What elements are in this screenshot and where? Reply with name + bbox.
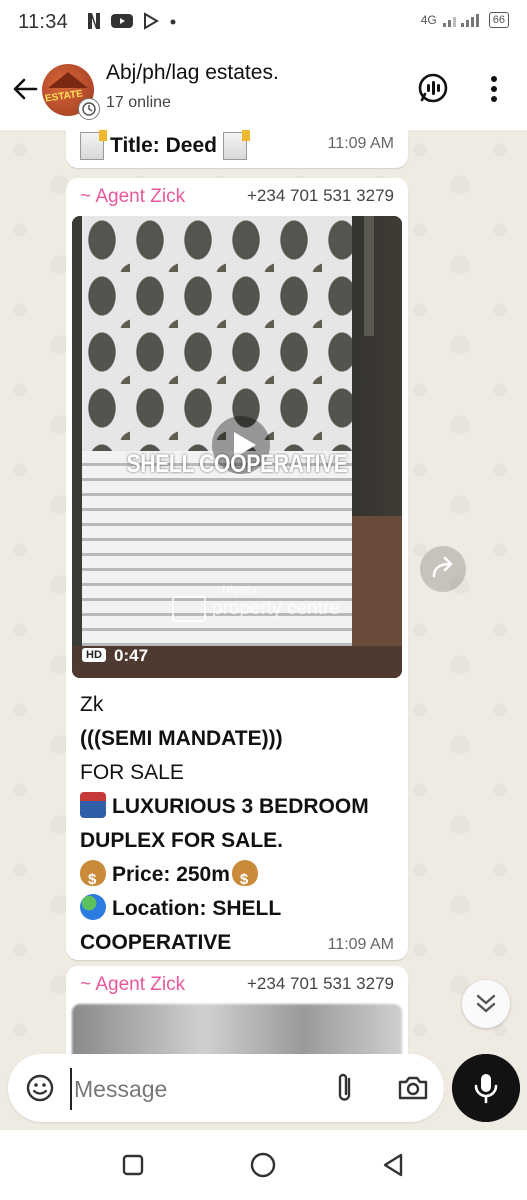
status-timer-icon [78,98,100,120]
status-bar: 11:34 4G 66 [0,0,527,46]
forward-icon[interactable] [420,546,466,592]
globe-emoji-icon [80,894,106,920]
watermark-top: Nigeria [222,584,257,596]
video-pole [364,216,374,336]
battery-level: 66 [488,12,509,28]
group-title[interactable]: Abj/ph/lag estates. [106,61,279,85]
sticker-icon[interactable] [24,1072,56,1104]
online-count: 17 online [106,94,171,111]
sender-name[interactable]: ~ Agent Zick [80,186,185,208]
media-thumbnail[interactable] [72,1004,402,1054]
message-bubble[interactable]: ~ Agent Zick +234 701 531 3279 SHELL COO… [66,178,408,960]
play-store-icon [144,12,159,30]
sender-name[interactable]: ~ Agent Zick [80,974,185,996]
signal-icon [442,14,479,27]
caption-headline-text: LUXURIOUS 3 BEDROOM DUPLEX FOR SALE. [80,795,369,852]
double-chevron-down-icon[interactable] [462,980,510,1028]
watermark-text: property centre [212,598,340,619]
video-duration: 0:47 [114,646,149,665]
sender-phone[interactable]: +234 701 531 3279 [247,186,394,206]
watermark: property centre [172,596,340,622]
avatar-text: ESTATE [44,88,84,105]
network-type: 4G [420,13,437,27]
sender-phone[interactable]: +234 701 531 3279 [247,974,394,994]
chat-area[interactable]: Title: Deed 11:09 AM ~ Agent Zick +234 7… [0,130,527,1054]
message-bubble-previous[interactable]: Title: Deed 11:09 AM [66,130,408,168]
message-input[interactable] [70,1068,326,1110]
youtube-icon [111,14,133,28]
nav-back-icon[interactable] [376,1148,410,1182]
nav-recents-icon[interactable] [116,1148,150,1182]
money-bag-emoji-icon [231,860,258,897]
caption-headline: LUXURIOUS 3 BEDROOM DUPLEX FOR SALE. [80,790,400,858]
message-time: 11:09 AM [327,936,394,953]
panel-cutout-pattern [82,216,352,451]
money-bag-emoji-icon [80,860,106,897]
system-navigation-bar [0,1130,527,1200]
document-emoji-icon [222,130,250,160]
hd-badge: HD [82,648,106,662]
caption-line: (((SEMI MANDATE))) [80,727,283,750]
notification-icons [86,12,178,30]
building-emoji-icon [80,792,106,818]
meta-ai-icon[interactable] [416,72,450,106]
system-status: 4G 66 [421,12,509,28]
attach-icon[interactable] [330,1070,360,1106]
previous-message-label: Title: Deed [110,134,217,157]
caption-price-text: Price: 250m [112,863,230,886]
message-composer [8,1054,444,1122]
netflix-icon [88,13,100,29]
house-roof-shape [48,72,88,88]
message-time: 11:09 AM [327,135,394,152]
caption-price: Price: 250m [80,858,400,897]
document-emoji-icon [80,130,107,160]
status-time: 11:34 [18,11,69,33]
chat-header: ESTATE Abj/ph/lag estates. 17 online [0,46,527,131]
mic-icon[interactable] [452,1054,520,1122]
dot-icon [170,19,176,25]
previous-message-text: Title: Deed [80,130,250,160]
video-thumbnail[interactable]: SHELL COOPERATIVE Nigeria property centr… [72,216,402,678]
message-bubble-next[interactable]: ~ Agent Zick +234 701 531 3279 [66,966,408,1054]
more-vert-icon[interactable] [484,72,504,106]
watermark-logo-icon [172,596,206,622]
nav-home-icon[interactable] [246,1148,280,1182]
caption-line: FOR SALE [80,761,184,784]
caption-location-text: Location: SHELL COOPERATIVE [80,897,281,954]
video-overlay-text: SHELL COOPERATIVE [126,450,348,478]
back-arrow-icon[interactable] [10,74,40,104]
camera-icon[interactable] [396,1072,430,1104]
caption-line: Zk [80,693,104,716]
message-caption: Zk (((SEMI MANDATE))) FOR SALE LUXURIOUS… [80,688,400,960]
